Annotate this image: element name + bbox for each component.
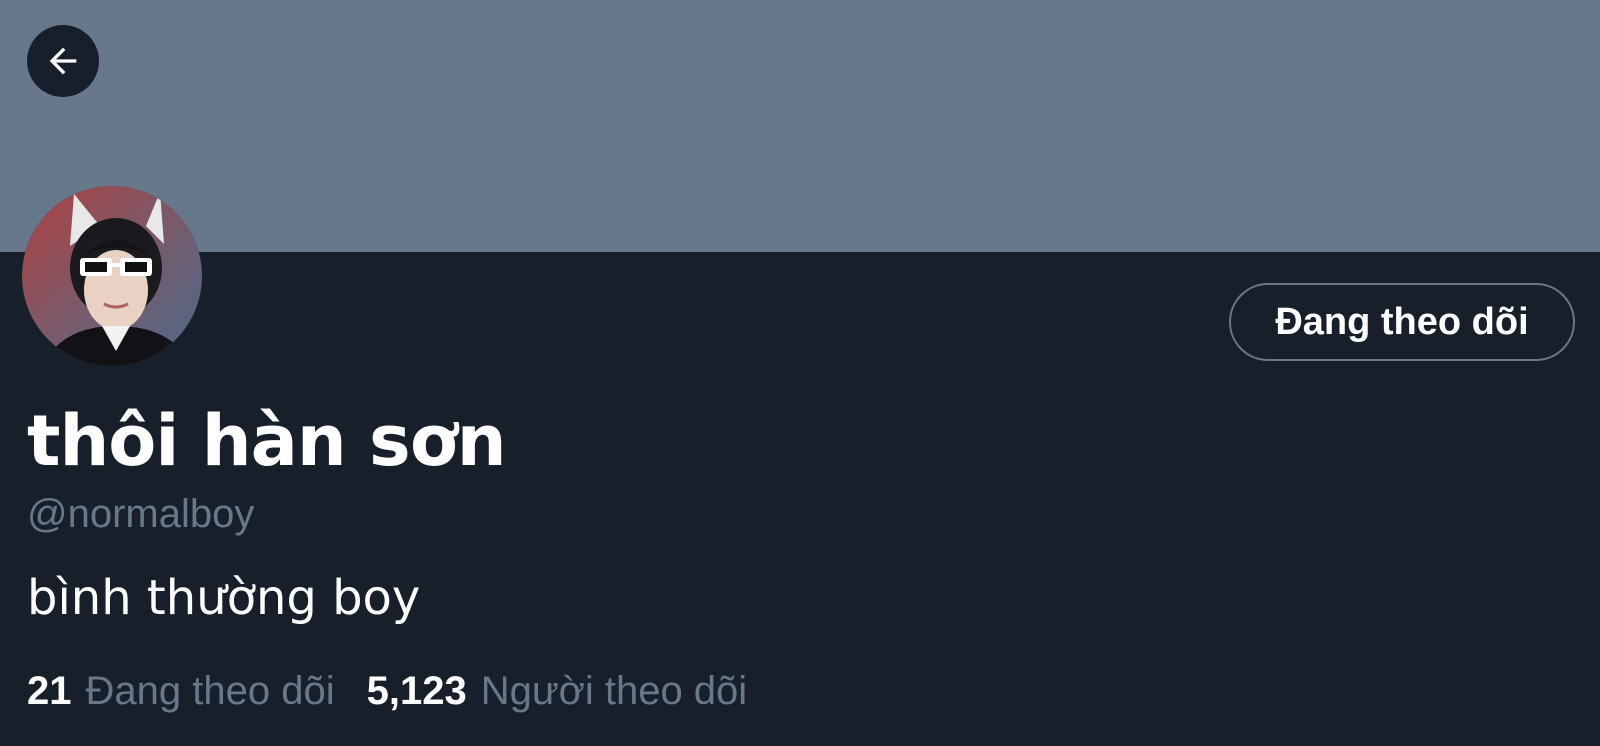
following-count: 21 (27, 669, 72, 713)
following-stat[interactable]: 21 Đang theo dõi (27, 669, 335, 714)
profile-bio: bình thường boy (27, 570, 421, 626)
following-label: Đang theo dõi (85, 669, 335, 713)
arrow-left-icon (49, 47, 77, 75)
avatar[interactable] (22, 186, 202, 366)
following-button[interactable]: Đang theo dõi (1229, 283, 1575, 361)
username-handle: @normalboy (27, 492, 255, 536)
display-name: thôi hàn sơn (27, 400, 507, 482)
avatar-photo (22, 186, 202, 366)
profile-stats: 21 Đang theo dõi 5,123 Người theo dõi (27, 669, 747, 714)
followers-label: Người theo dõi (480, 669, 748, 713)
profile-banner[interactable] (0, 0, 1600, 252)
back-button[interactable] (27, 25, 99, 97)
followers-stat[interactable]: 5,123 Người theo dõi (367, 669, 748, 714)
followers-count: 5,123 (366, 669, 467, 713)
